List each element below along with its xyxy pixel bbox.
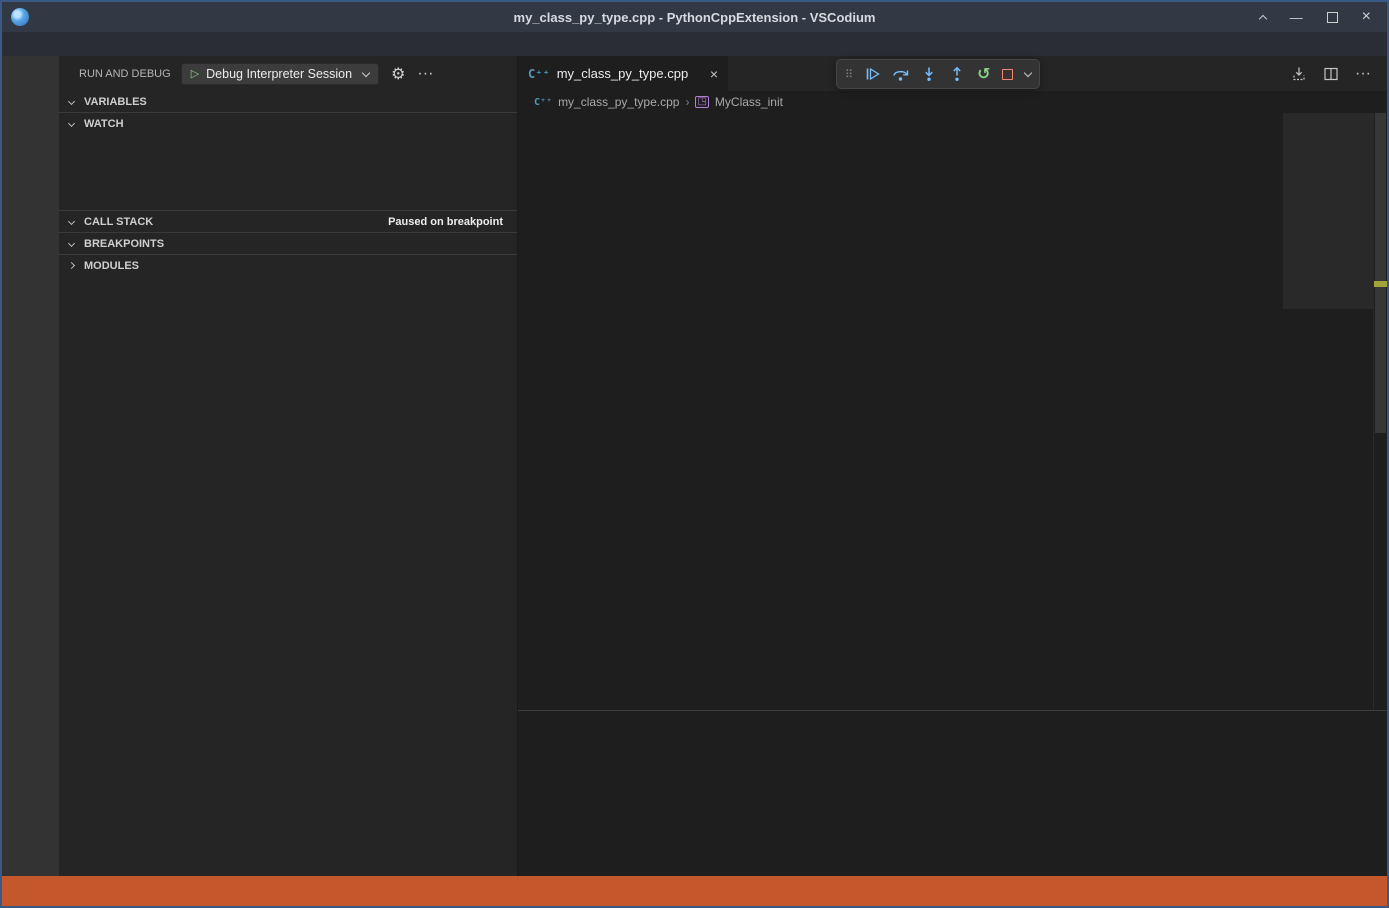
chevron-right-icon	[64, 263, 79, 268]
status-bar	[2, 876, 1387, 906]
vscodium-logo-icon	[11, 8, 29, 26]
editor-group: C⁺⁺ my_class_py_type.cpp × ⠿ ↺	[518, 56, 1387, 876]
tab-label: my_class_py_type.cpp	[557, 66, 689, 81]
title-bar: my_class_py_type.cpp - PythonCppExtensio…	[2, 2, 1387, 32]
step-out-button[interactable]	[949, 66, 965, 82]
breadcrumb-symbol[interactable]: MyClass_init	[715, 95, 783, 109]
restart-button[interactable]: ↺	[977, 66, 990, 82]
editor-tab-bar: C⁺⁺ my_class_py_type.cpp × ⠿ ↺	[518, 56, 1387, 91]
watch-title: WATCH	[84, 118, 124, 130]
run-and-debug-sidebar: RUN AND DEBUG ▷ Debug Interpreter Sessio…	[59, 56, 518, 876]
minimize-button[interactable]: —	[1290, 10, 1303, 25]
chevron-down-icon	[64, 100, 79, 104]
variables-title: VARIABLES	[84, 96, 147, 108]
split-editor-icon[interactable]	[1323, 66, 1339, 82]
symbol-class-icon: ◳	[695, 96, 708, 108]
breadcrumb: C⁺⁺ my_class_py_type.cpp › ◳ MyClass_ini…	[518, 91, 1387, 113]
close-button[interactable]: ×	[1362, 8, 1371, 26]
tab-my-class-py-type[interactable]: C⁺⁺ my_class_py_type.cpp ×	[518, 56, 728, 91]
breakpoints-section: BREAKPOINTS	[59, 232, 517, 254]
paused-status-badge: Paused on breakpoint	[388, 216, 509, 228]
play-icon: ▷	[191, 67, 199, 80]
breakpoints-header[interactable]: BREAKPOINTS	[59, 233, 517, 254]
sidebar-title: RUN AND DEBUG	[79, 68, 171, 80]
activity-bar	[2, 56, 59, 876]
maximize-button[interactable]	[1327, 12, 1338, 23]
call-stack-header[interactable]: CALL STACK Paused on breakpoint	[59, 211, 517, 232]
chevron-down-icon	[64, 242, 79, 246]
breadcrumb-file[interactable]: my_class_py_type.cpp	[558, 95, 679, 109]
session-label: Debug Interpreter Session	[206, 67, 352, 81]
variables-header[interactable]: VARIABLES	[59, 91, 517, 112]
more-actions-icon[interactable]: ···	[417, 65, 433, 83]
cpp-file-icon: C⁺⁺	[534, 97, 552, 108]
sidebar-header: RUN AND DEBUG ▷ Debug Interpreter Sessio…	[59, 56, 517, 91]
chevron-down-icon	[64, 122, 79, 126]
call-stack-section: CALL STACK Paused on breakpoint	[59, 210, 517, 232]
close-icon[interactable]: ×	[710, 66, 718, 82]
cpp-file-icon: C⁺⁺	[528, 67, 550, 81]
stop-button[interactable]	[1002, 69, 1013, 80]
window-title: my_class_py_type.cpp - PythonCppExtensio…	[2, 10, 1387, 25]
modules-title: MODULES	[84, 260, 139, 272]
watch-section: WATCH	[59, 112, 517, 210]
breakpoints-title: BREAKPOINTS	[84, 238, 164, 250]
call-stack-title: CALL STACK	[84, 216, 153, 228]
panel-tab-bar	[518, 711, 1387, 742]
continue-button[interactable]	[864, 66, 880, 82]
modules-section: MODULES	[59, 254, 517, 276]
scrollbar-thumb[interactable]	[1375, 113, 1386, 433]
debug-session-picker[interactable]: ▷ Debug Interpreter Session	[181, 63, 379, 85]
run-below-icon[interactable]	[1291, 66, 1307, 82]
watch-header[interactable]: WATCH	[59, 113, 517, 134]
drag-handle-icon[interactable]: ⠿	[845, 68, 852, 81]
more-actions-icon[interactable]: ···	[1355, 65, 1371, 83]
editor-scrollbar[interactable]	[1373, 113, 1387, 710]
chevron-right-icon: ›	[685, 95, 689, 109]
variables-section: VARIABLES	[59, 91, 517, 112]
chevron-down-icon	[64, 220, 79, 224]
debug-toolbar: ⠿ ↺	[836, 59, 1040, 89]
bottom-panel	[518, 710, 1387, 876]
terminal-output[interactable]	[518, 742, 1216, 876]
chevron-down-icon	[362, 68, 370, 76]
step-into-button[interactable]	[921, 66, 937, 82]
minimap[interactable]	[1283, 113, 1373, 710]
gear-icon[interactable]: ⚙	[391, 66, 405, 82]
chevron-up-icon[interactable]	[1258, 14, 1266, 22]
modules-header[interactable]: MODULES	[59, 255, 517, 276]
step-over-button[interactable]	[892, 66, 909, 82]
code-editor[interactable]	[518, 113, 1283, 710]
menu-bar	[2, 32, 1387, 56]
current-line-marker	[1374, 281, 1387, 287]
window-controls: — ×	[1260, 8, 1387, 26]
chevron-down-icon[interactable]	[1024, 69, 1032, 77]
terminal-list	[1216, 742, 1387, 876]
